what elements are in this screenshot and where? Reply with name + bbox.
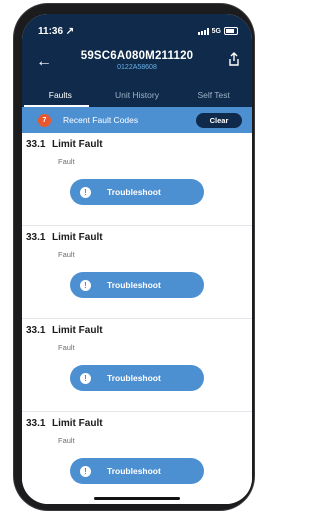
fault-code: 33.1 — [26, 325, 46, 336]
fault-item: 33.1 Limit Fault Fault ! Troubleshoot — [22, 133, 252, 226]
banner-label: Recent Fault Codes — [63, 115, 139, 125]
fault-type: Fault — [58, 436, 75, 445]
app-header: 11:36 ↗ 5G ← 59SC6A080M211120 0122A58608… — [22, 14, 252, 107]
troubleshoot-button[interactable]: ! Troubleshoot — [70, 365, 204, 391]
fault-type: Fault — [58, 250, 75, 259]
tab-self-test[interactable]: Self Test — [175, 87, 252, 107]
fault-name: Limit Fault — [52, 325, 103, 336]
troubleshoot-button[interactable]: ! Troubleshoot — [70, 458, 204, 484]
exclamation-icon: ! — [80, 186, 91, 198]
exclamation-icon: ! — [80, 465, 91, 477]
fault-heading: 33.1 Limit Fault — [26, 418, 103, 429]
tab-bar: Faults Unit History Self Test — [22, 87, 252, 107]
troubleshoot-label: Troubleshoot — [107, 466, 161, 476]
fault-code: 33.1 — [26, 418, 46, 429]
recent-faults-banner: 7 Recent Fault Codes Clear — [22, 107, 252, 133]
troubleshoot-label: Troubleshoot — [107, 280, 161, 290]
fault-code: 33.1 — [26, 232, 46, 243]
fault-type: Fault — [58, 157, 75, 166]
fault-code: 33.1 — [26, 139, 46, 150]
fault-count-badge: 7 — [38, 113, 51, 127]
title-bar: ← 59SC6A080M211120 0122A58608 — [22, 50, 252, 80]
app-screen: 11:36 ↗ 5G ← 59SC6A080M211120 0122A58608… — [22, 14, 252, 504]
tab-faults[interactable]: Faults — [22, 87, 99, 107]
share-icon[interactable] — [228, 52, 240, 71]
fault-heading: 33.1 Limit Fault — [26, 325, 103, 336]
page-title: 59SC6A080M211120 — [80, 50, 194, 62]
fault-name: Limit Fault — [52, 232, 103, 243]
fault-item: 33.1 Limit Fault Fault ! Troubleshoot — [22, 226, 252, 319]
status-time: 11:36 ↗ — [38, 25, 75, 37]
page-subtitle: 0122A58608 — [117, 64, 157, 71]
status-bar: 11:36 ↗ 5G — [38, 24, 238, 38]
fault-item: 33.1 Limit Fault Fault ! Troubleshoot — [22, 319, 252, 412]
signal-icon — [197, 27, 209, 35]
network-label: 5G — [211, 27, 221, 35]
fault-name: Limit Fault — [52, 418, 103, 429]
troubleshoot-label: Troubleshoot — [107, 373, 161, 383]
troubleshoot-label: Troubleshoot — [107, 187, 161, 197]
exclamation-icon: ! — [80, 279, 91, 291]
exclamation-icon: ! — [80, 372, 91, 384]
home-indicator[interactable] — [94, 497, 180, 500]
title-block: 59SC6A080M211120 0122A58608 — [22, 50, 252, 71]
status-indicators: 5G — [197, 27, 238, 35]
battery-icon — [224, 27, 238, 35]
troubleshoot-button[interactable]: ! Troubleshoot — [70, 272, 204, 298]
tab-unit-history[interactable]: Unit History — [99, 87, 176, 107]
fault-heading: 33.1 Limit Fault — [26, 232, 103, 243]
fault-heading: 33.1 Limit Fault — [26, 139, 103, 150]
fault-item: 33.1 Limit Fault Fault ! Troubleshoot — [22, 412, 252, 504]
clear-button[interactable]: Clear — [196, 112, 242, 128]
troubleshoot-button[interactable]: ! Troubleshoot — [70, 179, 204, 205]
fault-type: Fault — [58, 343, 75, 352]
fault-name: Limit Fault — [52, 139, 103, 150]
